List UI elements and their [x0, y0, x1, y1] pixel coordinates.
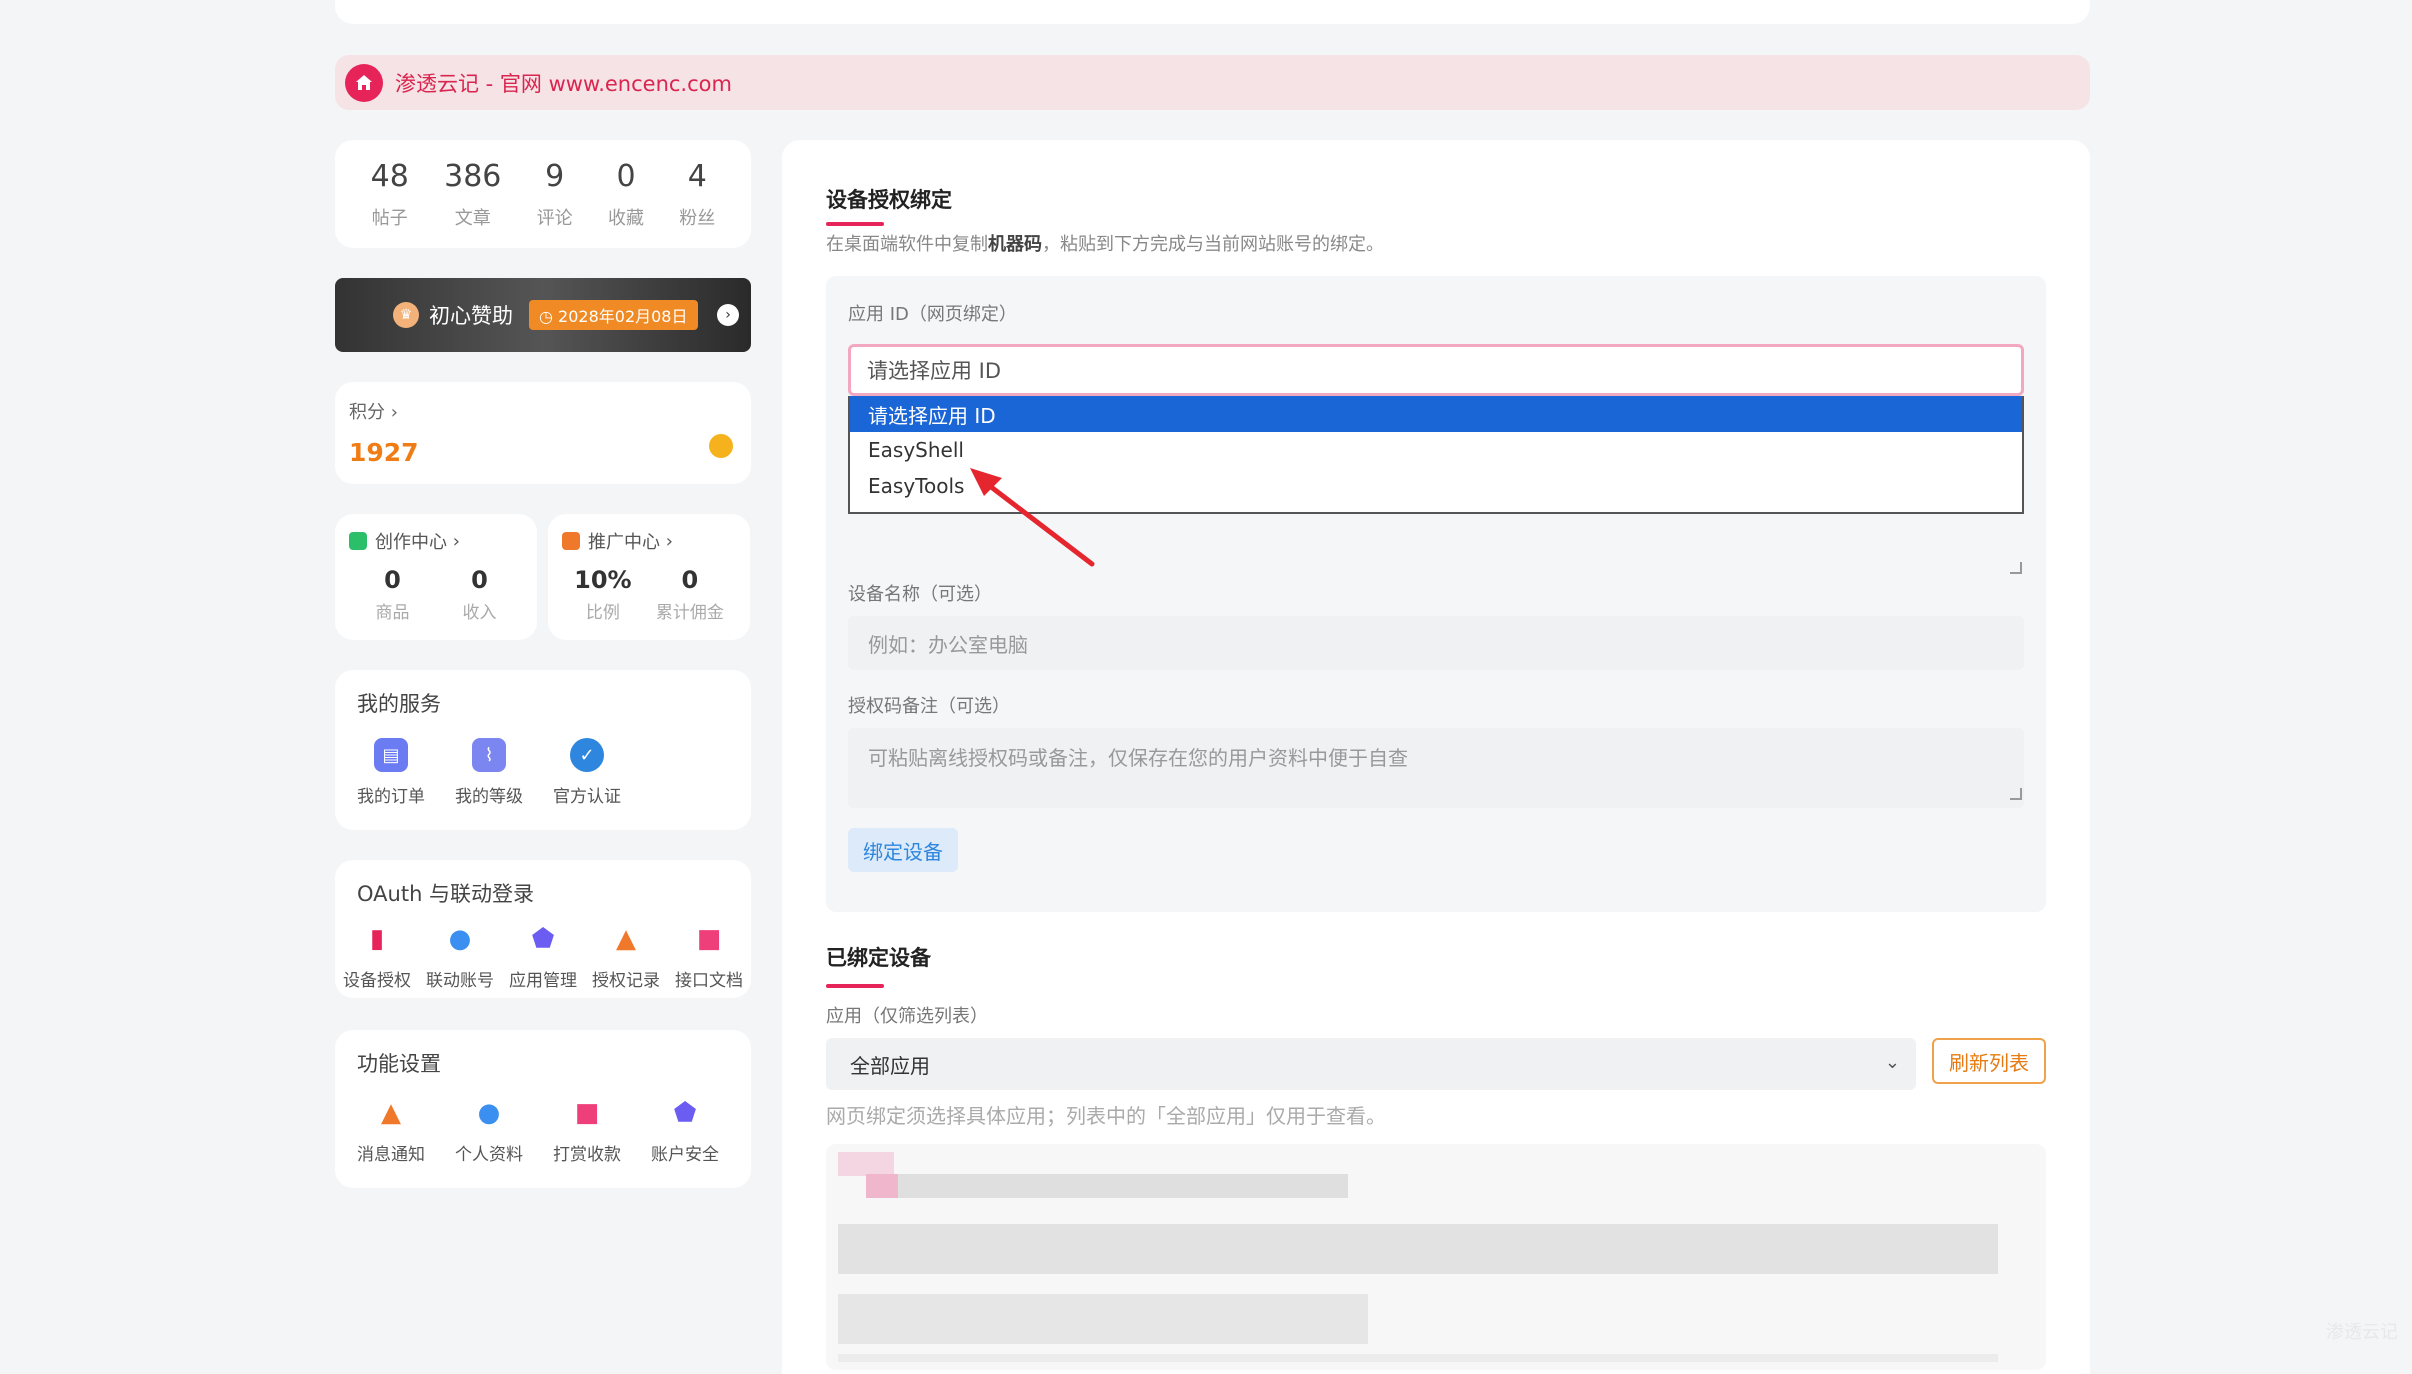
- chart-icon: ⌇: [472, 738, 506, 772]
- user-stats-card: 48 帖子 386 文章 9 评论 0 收藏 4 粉丝: [335, 140, 751, 248]
- vip-title: 初心赞助: [429, 304, 513, 328]
- device-icon: ▮: [360, 922, 394, 956]
- device-name-input[interactable]: 例如：办公室电脑: [848, 616, 2024, 670]
- bind-section-title: 设备授权绑定: [826, 188, 952, 212]
- refresh-list-button[interactable]: 刷新列表: [1932, 1038, 2046, 1084]
- settings-profile[interactable]: ● 个人资料: [455, 1096, 523, 1165]
- points-card[interactable]: 积分 › 1927: [335, 382, 751, 484]
- watermark: 渗透云记: [2326, 1322, 2398, 1343]
- service-verified[interactable]: ✓ 官方认证: [553, 738, 621, 807]
- app-option-placeholder[interactable]: 请选择应用 ID: [850, 396, 2022, 432]
- promo-commission: 0 累计佣金: [655, 566, 724, 623]
- device-name-label: 设备名称（可选）: [848, 584, 992, 605]
- services-title: 我的服务: [357, 692, 441, 716]
- creator-center-card[interactable]: 创作中心 › 0 商品 0 收入: [335, 514, 537, 640]
- verified-icon: ✓: [570, 738, 604, 772]
- vip-banner[interactable]: ♛ 初心赞助 ◷ 2028年02月08日 ›: [335, 278, 751, 352]
- bind-subtitle: 在桌面端软件中复制机器码，粘贴到下方完成与当前网站账号的绑定。: [826, 234, 1384, 255]
- oauth-auth-records[interactable]: ▲ 授权记录: [592, 922, 660, 991]
- coins-icon: [709, 434, 733, 458]
- app-filter-select[interactable]: 全部应用 ⌄: [826, 1038, 1916, 1090]
- resize-handle[interactable]: [2010, 562, 2022, 574]
- creator-income: 0 收入: [462, 566, 497, 623]
- oauth-title: OAuth 与联动登录: [357, 882, 535, 906]
- gift-icon: ■: [570, 1096, 604, 1130]
- money-bag-icon: [562, 532, 580, 550]
- oauth-api-docs[interactable]: ■ 接口文档: [675, 922, 743, 991]
- main-panel: 设备授权绑定 在桌面端软件中复制机器码，粘贴到下方完成与当前网站账号的绑定。 应…: [782, 140, 2090, 1374]
- title-underline: [826, 984, 884, 988]
- chevron-down-icon: ⌄: [1884, 1052, 1900, 1073]
- points-value: 1927: [349, 438, 419, 467]
- shield-icon: ⬟: [668, 1096, 702, 1130]
- stat-comments[interactable]: 9 评论: [537, 159, 573, 230]
- settings-notifications[interactable]: ▲ 消息通知: [357, 1096, 425, 1165]
- settings-card: 功能设置 ▲ 消息通知 ● 个人资料 ■ 打赏收款 ⬟ 账户安全: [335, 1030, 751, 1188]
- oauth-linked-accounts[interactable]: ● 联动账号: [426, 922, 494, 991]
- creator-products: 0 商品: [375, 566, 410, 623]
- bell-icon: ▲: [609, 922, 643, 956]
- crown-icon: ♛: [393, 302, 419, 328]
- settings-tips[interactable]: ■ 打赏收款: [553, 1096, 621, 1165]
- home-icon[interactable]: [345, 63, 383, 102]
- notice-bar: 渗透云记 - 官网 www.encenc.com: [335, 55, 2090, 110]
- oauth-device-auth[interactable]: ▮ 设备授权: [343, 922, 411, 991]
- shield-icon: ⬟: [526, 922, 560, 956]
- user-link-icon: ●: [443, 922, 477, 956]
- bound-devices-list-blurred: [826, 1144, 2046, 1370]
- chevron-right-icon[interactable]: ›: [717, 304, 739, 326]
- service-level[interactable]: ⌇ 我的等级: [455, 738, 523, 807]
- auth-note-label: 授权码备注（可选）: [848, 696, 1010, 717]
- order-icon: ▤: [374, 738, 408, 772]
- store-icon: [349, 532, 367, 550]
- service-orders[interactable]: ▤ 我的订单: [357, 738, 425, 807]
- promo-center-card[interactable]: 推广中心 › 10% 比例 0 累计佣金: [548, 514, 750, 640]
- filter-hint: 网页绑定须选择具体应用；列表中的「全部应用」仅用于查看。: [826, 1104, 1386, 1128]
- creator-center-header[interactable]: 创作中心 ›: [349, 528, 523, 554]
- stat-favorites[interactable]: 0 收藏: [608, 159, 644, 230]
- oauth-card: OAuth 与联动登录 ▮ 设备授权 ● 联动账号 ⬟ 应用管理 ▲ 授权记录 ■ 接口文…: [335, 860, 751, 998]
- bind-device-button[interactable]: 绑定设备: [848, 828, 958, 872]
- vip-expiry-badge: ◷ 2028年02月08日: [529, 300, 698, 330]
- profile-icon: ●: [472, 1096, 506, 1130]
- app-id-select[interactable]: 请选择应用 ID: [848, 344, 2024, 396]
- bound-section-title: 已绑定设备: [826, 946, 931, 970]
- title-underline: [826, 222, 884, 226]
- app-filter-label: 应用（仅筛选列表）: [826, 1006, 988, 1027]
- settings-security[interactable]: ⬟ 账户安全: [651, 1096, 719, 1165]
- my-services-card: 我的服务 ▤ 我的订单 ⌇ 我的等级 ✓ 官方认证: [335, 670, 751, 830]
- auth-note-textarea[interactable]: 可粘贴离线授权码或备注，仅保存在您的用户资料中便于自查: [848, 728, 2024, 808]
- notice-text[interactable]: 渗透云记 - 官网 www.encenc.com: [395, 68, 732, 98]
- promo-center-header[interactable]: 推广中心 ›: [562, 528, 736, 554]
- stat-posts[interactable]: 48 帖子: [371, 159, 409, 230]
- points-label: 积分 ›: [349, 402, 398, 423]
- bell-icon: ▲: [374, 1096, 408, 1130]
- top-header-bar: [335, 0, 2090, 24]
- red-arrow-annotation: [970, 468, 1095, 567]
- app-id-label: 应用 ID（网页绑定）: [848, 304, 1017, 325]
- book-icon: ■: [692, 922, 726, 956]
- settings-title: 功能设置: [357, 1052, 441, 1076]
- resize-handle[interactable]: [2010, 788, 2022, 800]
- stat-articles[interactable]: 386 文章: [444, 159, 501, 230]
- oauth-app-management[interactable]: ⬟ 应用管理: [509, 922, 577, 991]
- stat-followers[interactable]: 4 粉丝: [679, 159, 715, 230]
- promo-rate: 10% 比例: [574, 566, 632, 623]
